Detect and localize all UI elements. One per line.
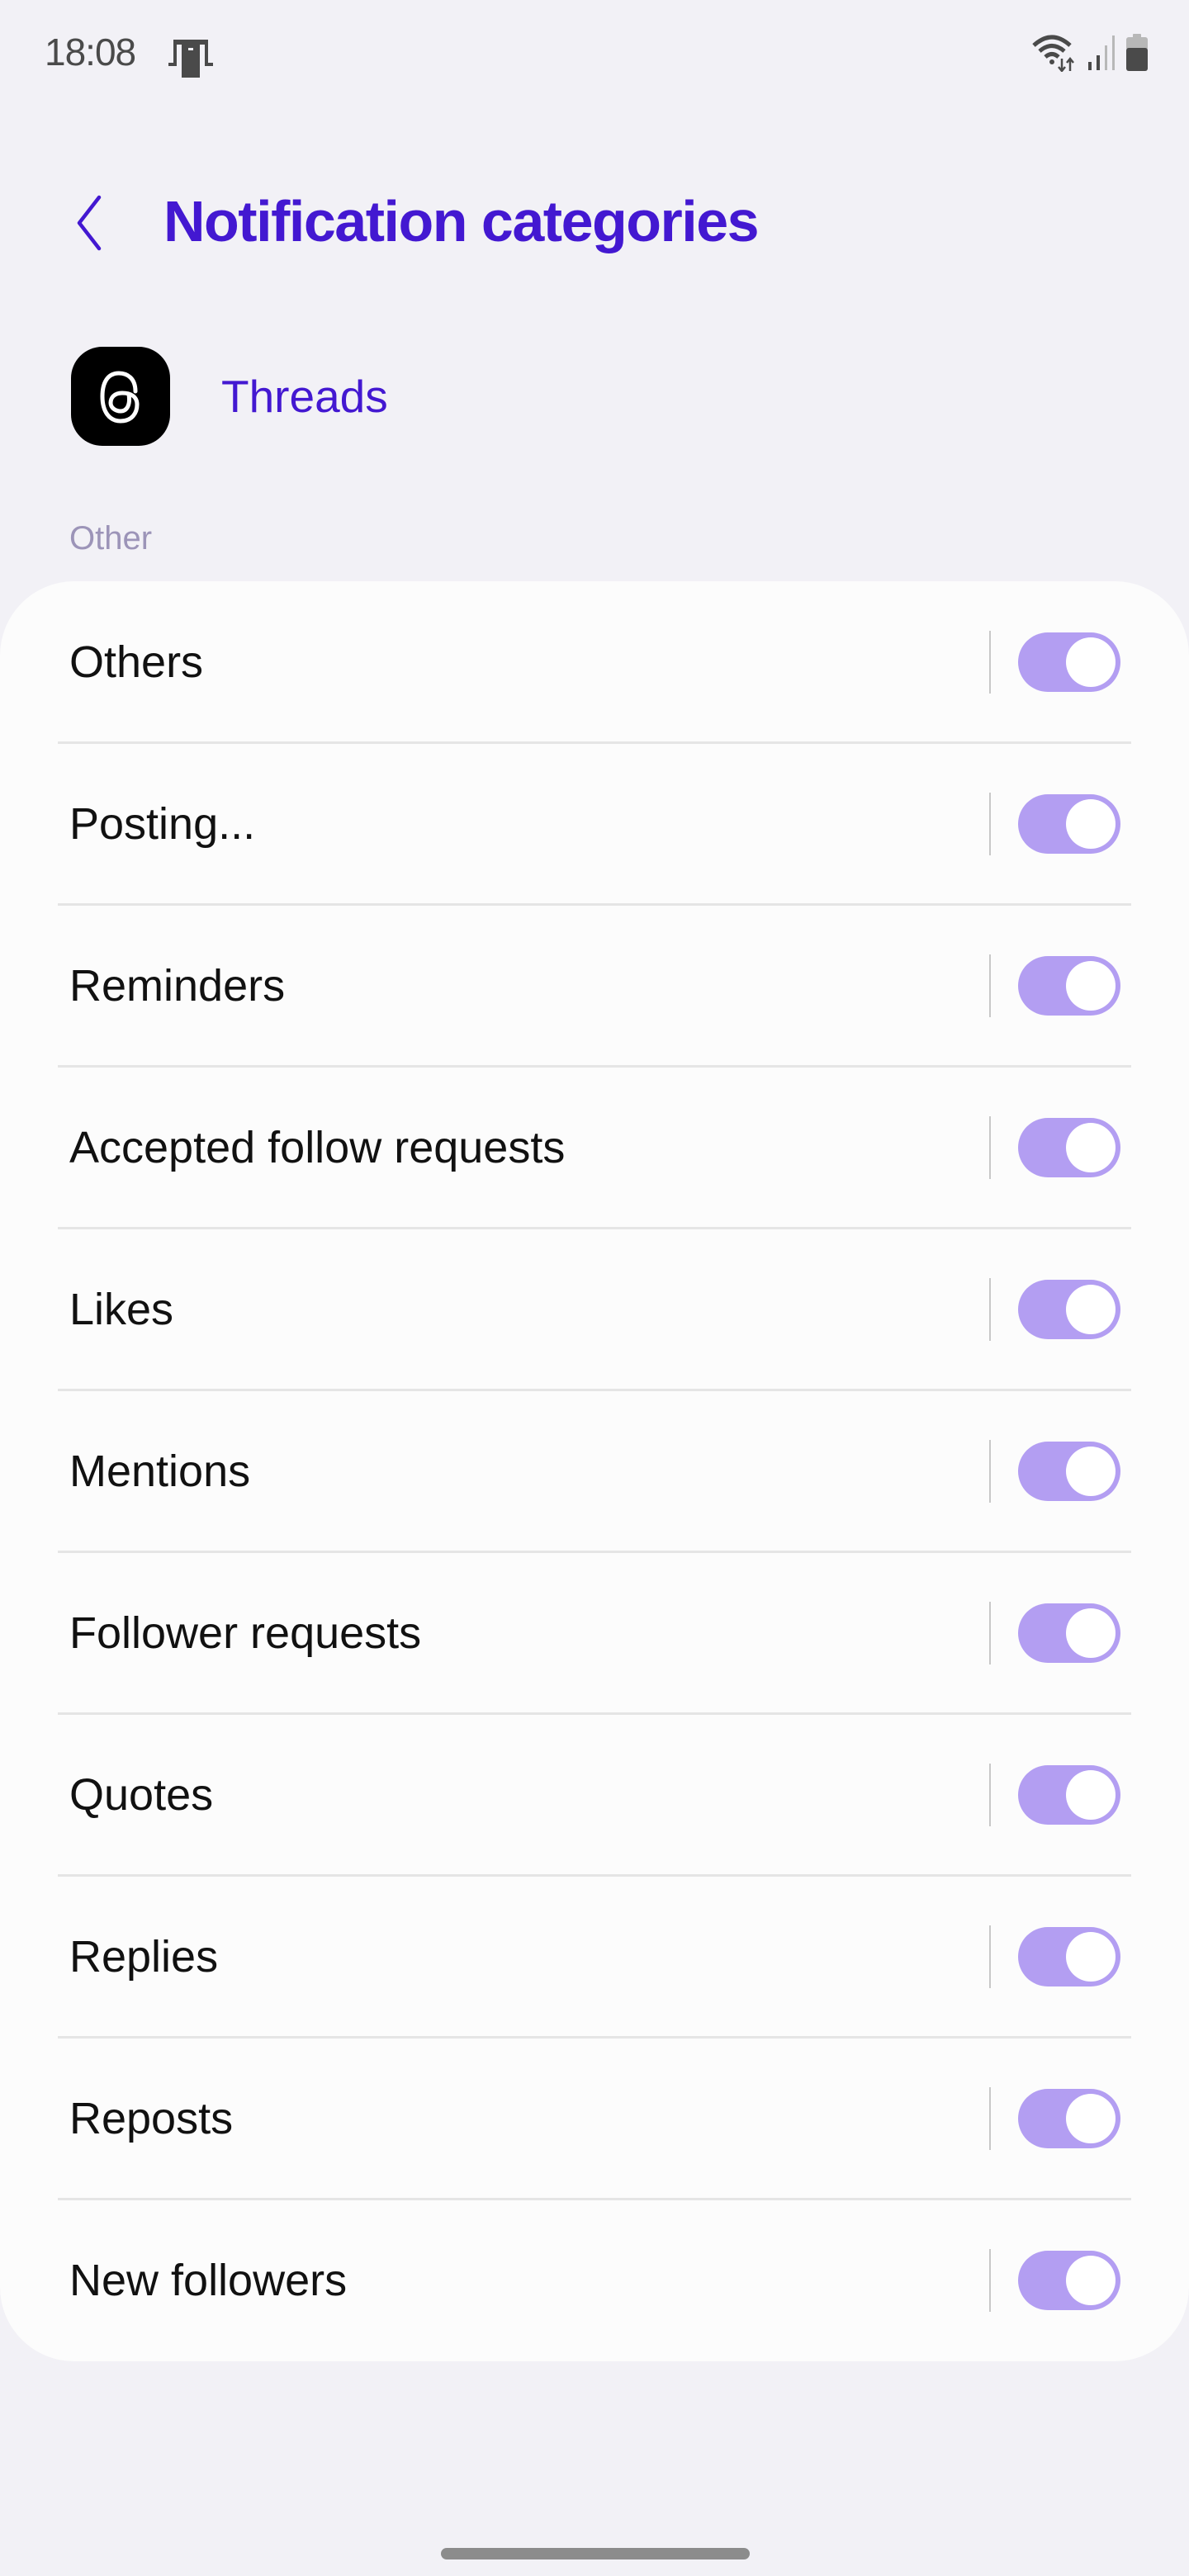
vertical-divider	[989, 2087, 991, 2150]
category-toggle[interactable]	[1018, 794, 1120, 854]
home-indicator[interactable]	[441, 2548, 750, 2559]
vertical-divider	[989, 1116, 991, 1179]
categories-card: Others Posting... Reminders Accepted follow…	[0, 581, 1189, 2361]
toggle-knob	[1066, 961, 1116, 1011]
vertical-divider	[989, 1764, 991, 1826]
app-name: Threads	[221, 371, 388, 422]
toggle-knob	[1066, 2256, 1116, 2305]
toggle-knob	[1066, 1608, 1116, 1658]
category-label: New followers	[69, 2256, 348, 2305]
category-row[interactable]: Reposts	[0, 2038, 1189, 2200]
status-icons	[1032, 34, 1149, 76]
vertical-divider	[989, 1278, 991, 1341]
toggle-knob	[1066, 1447, 1116, 1496]
category-label: Quotes	[69, 1770, 214, 1820]
category-row[interactable]: Posting...	[0, 743, 1189, 906]
vertical-divider	[989, 1440, 991, 1503]
category-label: Mentions	[69, 1447, 251, 1496]
vertical-divider	[989, 2249, 991, 2312]
category-label: Follower requests	[69, 1608, 422, 1658]
toggle-knob	[1066, 2094, 1116, 2143]
vertical-divider	[989, 1602, 991, 1664]
category-label: Reminders	[69, 961, 286, 1011]
category-row[interactable]: Accepted follow requests	[0, 1067, 1189, 1229]
category-label: Posting...	[69, 799, 256, 849]
category-row[interactable]: Replies	[0, 1876, 1189, 2039]
category-row[interactable]: Mentions	[0, 1390, 1189, 1553]
category-row[interactable]: Follower requests	[0, 1552, 1189, 1715]
battery-icon	[1125, 34, 1149, 76]
back-button[interactable]	[66, 190, 116, 256]
app-info[interactable]: Threads	[71, 347, 388, 446]
toggle-knob	[1066, 1932, 1116, 1982]
category-toggle[interactable]	[1018, 1280, 1120, 1339]
category-label: Accepted follow requests	[69, 1123, 566, 1172]
category-label: Likes	[69, 1285, 174, 1334]
category-toggle[interactable]	[1018, 1442, 1120, 1501]
category-row[interactable]: Quotes	[0, 1714, 1189, 1877]
toggle-knob	[1066, 1770, 1116, 1820]
category-toggle[interactable]	[1018, 632, 1120, 692]
status-bar: 18:08	[0, 0, 1189, 116]
category-toggle[interactable]	[1018, 2251, 1120, 2310]
category-label: Replies	[69, 1932, 219, 1982]
cast-notification-icon	[168, 36, 213, 81]
toggle-knob	[1066, 1285, 1116, 1334]
category-row[interactable]: New followers	[0, 2200, 1189, 2361]
toggle-knob	[1066, 1123, 1116, 1172]
vertical-divider	[989, 954, 991, 1017]
category-toggle[interactable]	[1018, 1603, 1120, 1663]
category-toggle[interactable]	[1018, 956, 1120, 1016]
category-row[interactable]: Others	[0, 581, 1189, 744]
vertical-divider	[989, 1925, 991, 1988]
threads-logo-icon	[71, 347, 170, 446]
header: Notification categories	[0, 165, 1189, 281]
vertical-divider	[989, 793, 991, 855]
category-toggle[interactable]	[1018, 2089, 1120, 2148]
toggle-knob	[1066, 799, 1116, 849]
category-row[interactable]: Reminders	[0, 905, 1189, 1068]
section-label: Other	[69, 520, 153, 556]
page-title: Notification categories	[163, 189, 760, 253]
category-row[interactable]: Likes	[0, 1229, 1189, 1391]
chevron-left-icon	[77, 195, 102, 251]
wifi-icon	[1032, 34, 1078, 76]
signal-icon	[1087, 34, 1116, 76]
vertical-divider	[989, 631, 991, 694]
category-label: Others	[69, 637, 204, 687]
category-toggle[interactable]	[1018, 1765, 1120, 1825]
category-toggle[interactable]	[1018, 1118, 1120, 1177]
status-time: 18:08	[45, 31, 136, 73]
category-toggle[interactable]	[1018, 1927, 1120, 1986]
category-label: Reposts	[69, 2094, 234, 2143]
toggle-knob	[1066, 637, 1116, 687]
